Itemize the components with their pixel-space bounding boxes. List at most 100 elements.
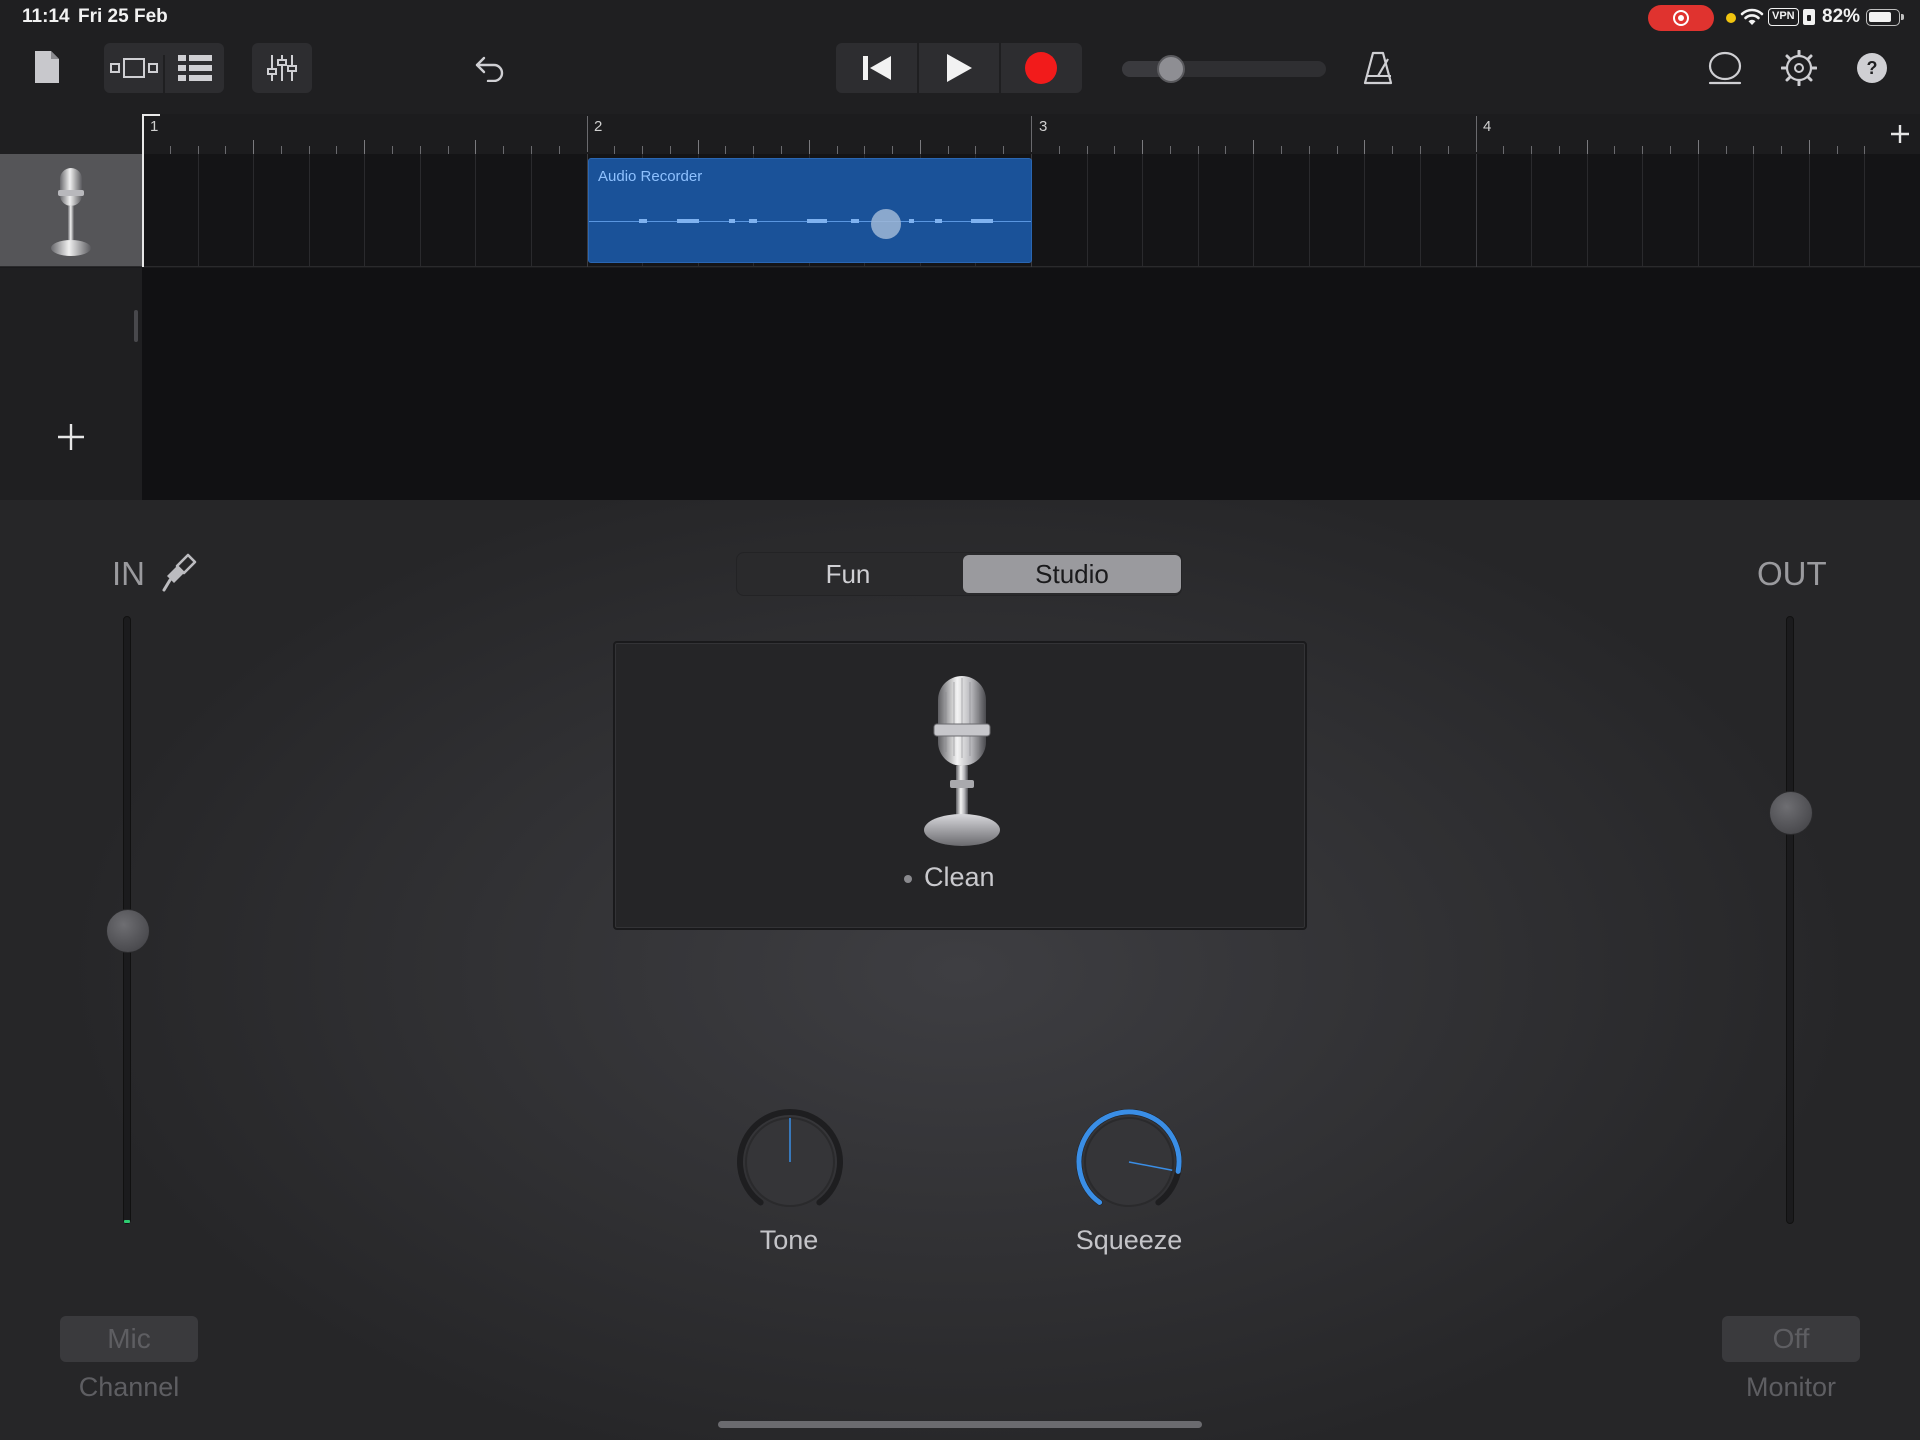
mixer-icon[interactable] (252, 43, 312, 93)
battery-fill (1869, 12, 1892, 22)
audio-region[interactable]: Audio Recorder (588, 158, 1032, 263)
lane-grid-line (1197, 154, 1199, 267)
undo-icon[interactable] (470, 48, 510, 88)
mode-segmented-control: Fun Studio (736, 552, 1182, 596)
tracks-list-icon[interactable] (165, 43, 224, 93)
document-icon[interactable] (30, 46, 64, 88)
lane-grid-line (1642, 154, 1644, 267)
input-jack-icon[interactable] (162, 552, 198, 592)
monitor-button[interactable]: Off (1722, 1316, 1860, 1362)
lane-grid-line (364, 154, 366, 267)
ruler-tick (1836, 146, 1838, 154)
track-header-audio-recorder[interactable] (0, 154, 142, 267)
status-time: 11:14 (22, 6, 70, 27)
ruler-tick (1142, 140, 1144, 154)
ruler-tick (864, 146, 866, 154)
ruler-tick (1336, 146, 1338, 154)
output-level-handle[interactable] (1769, 790, 1813, 835)
ruler-tick (503, 146, 505, 154)
ruler-tick (447, 146, 449, 154)
play-icon[interactable] (918, 43, 1000, 93)
ruler-tick (975, 146, 977, 154)
ruler-tick (1281, 146, 1283, 154)
lane-grid-line (1364, 154, 1366, 267)
mixer-group (252, 43, 312, 93)
record-icon[interactable] (1000, 43, 1082, 93)
ruler-tick (558, 146, 560, 154)
ruler-tick (308, 146, 310, 154)
ruler-tick (225, 146, 227, 154)
ruler-tick (836, 146, 838, 154)
ruler-tick (1614, 146, 1616, 154)
track-view-icon[interactable] (104, 43, 164, 93)
empty-track-area (142, 268, 1920, 500)
playhead-handle[interactable] (142, 114, 160, 134)
lane-grid-line (1142, 154, 1144, 267)
lane-grid-line (1864, 154, 1866, 267)
tone-knob[interactable] (734, 1106, 846, 1218)
squeeze-knob-label: Squeeze (1075, 1225, 1183, 1255)
ruler-bar-number: 2 (594, 118, 603, 135)
ruler-tick (1253, 140, 1255, 154)
ruler-tick (1392, 146, 1394, 154)
ruler-tick (1558, 146, 1560, 154)
ruler-tick (1808, 140, 1810, 154)
ruler-tick (892, 146, 894, 154)
ruler-tick (1419, 146, 1421, 154)
help-icon[interactable]: ? (1852, 48, 1892, 88)
ruler-tick (1031, 116, 1032, 152)
ruler-tick (1086, 146, 1088, 154)
ruler-bar-number: 3 (1039, 118, 1048, 135)
lane-grid-line (475, 154, 477, 267)
svg-text:?: ? (1867, 58, 1878, 78)
go-to-start-icon[interactable] (836, 43, 918, 93)
ruler-tick (1003, 146, 1005, 154)
metronome-icon[interactable] (1358, 46, 1398, 90)
ruler-tick (392, 146, 394, 154)
timeline-ruler[interactable]: 1 2 3 4 (142, 114, 1920, 154)
add-track-button[interactable] (46, 412, 96, 462)
ruler-tick (808, 140, 810, 154)
track-scrollbar[interactable] (134, 310, 138, 342)
channel-button[interactable]: Mic (60, 1316, 198, 1362)
input-label: IN (112, 555, 145, 592)
loop-browser-icon[interactable] (1704, 46, 1746, 90)
studio-microphone-icon (924, 676, 1000, 846)
track-list-empty (0, 268, 142, 500)
squeeze-knob[interactable] (1073, 1106, 1185, 1218)
master-volume-handle[interactable] (1157, 55, 1186, 83)
ruler-bar-number: 4 (1483, 118, 1492, 135)
transport-controls (836, 43, 1082, 93)
tab-studio[interactable]: Studio (963, 555, 1181, 593)
output-level-fader[interactable] (1786, 616, 1794, 1224)
playhead[interactable] (142, 114, 144, 267)
lane-grid-line (1753, 154, 1755, 267)
tab-fun[interactable]: Fun (739, 555, 957, 593)
tone-knob-label: Tone (759, 1225, 819, 1255)
screen-recording-indicator[interactable] (1648, 5, 1714, 31)
lane-grid-line (1253, 154, 1255, 267)
ruler-tick (1642, 146, 1644, 154)
region-drag-handle[interactable] (871, 209, 901, 239)
ruler-tick (919, 140, 921, 154)
settings-icon[interactable] (1778, 46, 1820, 90)
add-section-button[interactable] (1880, 114, 1920, 154)
ruler-tick (1447, 146, 1449, 154)
lane-grid-line (253, 154, 255, 267)
ruler-tick (725, 146, 727, 154)
ruler-tick (1753, 146, 1755, 154)
input-level-handle[interactable] (106, 909, 150, 954)
preset-indicator-dot (904, 875, 912, 883)
ruler-tick (642, 146, 644, 154)
ruler-tick (1114, 146, 1116, 154)
mic-in-use-dot (1726, 13, 1736, 23)
preset-name: Clean (924, 862, 995, 892)
ruler-tick (1781, 146, 1783, 154)
channel-caption: Channel (78, 1372, 180, 1402)
microphone-icon (51, 168, 91, 256)
region-label: Audio Recorder (598, 168, 703, 185)
ruler-tick (1169, 146, 1171, 154)
home-indicator[interactable] (718, 1421, 1202, 1428)
ruler-tick (253, 140, 255, 154)
master-volume-slider[interactable] (1122, 55, 1326, 83)
